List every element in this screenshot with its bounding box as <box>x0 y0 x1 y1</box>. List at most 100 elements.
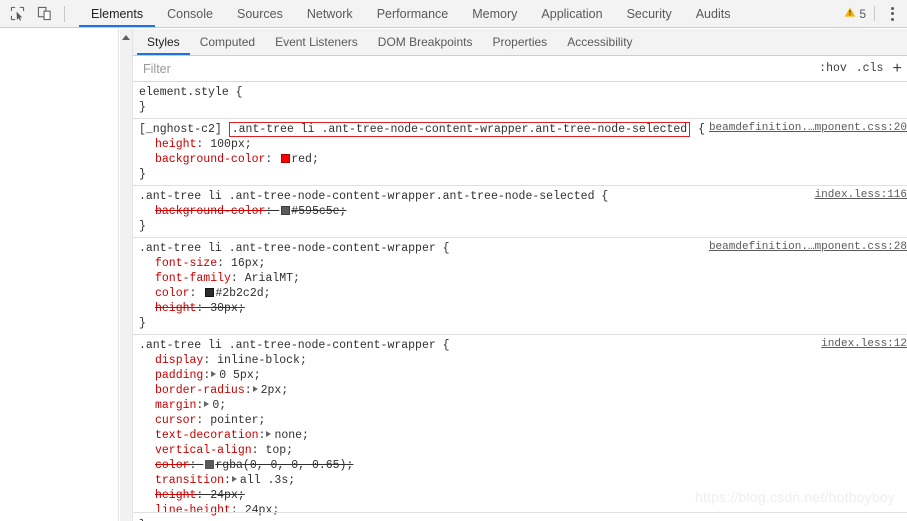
declaration-row[interactable]: font-size: 16px; <box>133 256 907 271</box>
style-rule-wrapper-component[interactable]: beamdefinition.…mponent.css:28 .ant-tree… <box>133 238 907 335</box>
declaration-property[interactable]: text-decoration <box>155 429 259 442</box>
declaration-row[interactable]: line-height: 24px; <box>133 503 907 518</box>
declaration-row-overridden[interactable]: height: 30px; <box>133 301 907 316</box>
style-rule-ant-tree-selected[interactable]: index.less:116 .ant-tree li .ant-tree-no… <box>133 186 907 238</box>
styles-pane-scrollbar[interactable] <box>120 29 133 521</box>
declaration-property[interactable]: height <box>155 138 196 151</box>
declaration-value[interactable]: 16px <box>231 257 259 270</box>
declaration-row[interactable]: border-radius: 2px; <box>133 383 907 398</box>
declaration-value[interactable]: 0 5px <box>219 369 254 382</box>
declaration-value[interactable]: top <box>265 444 286 457</box>
color-swatch[interactable] <box>205 460 215 469</box>
declaration-row[interactable]: cursor: pointer; <box>133 413 907 428</box>
cls-toggle-button[interactable]: .cls <box>856 62 884 75</box>
declaration-property[interactable]: border-radius <box>155 384 245 397</box>
chevron-up-icon[interactable] <box>122 35 130 40</box>
declaration-value[interactable]: none <box>274 429 302 442</box>
rule-selector-highlighted[interactable]: .ant-tree li .ant-tree-node-content-wrap… <box>228 122 691 137</box>
tab-event-listeners[interactable]: Event Listeners <box>265 29 368 55</box>
inspect-element-icon[interactable] <box>8 5 26 23</box>
expand-shorthand-icon[interactable] <box>266 431 272 437</box>
expand-shorthand-icon[interactable] <box>211 371 217 377</box>
declaration-row[interactable]: font-family: ArialMT; <box>133 271 907 286</box>
declaration-value[interactable]: all .3s <box>240 474 288 487</box>
rule-selector-line[interactable]: .ant-tree li .ant-tree-node-content-wrap… <box>133 338 907 353</box>
tab-sources[interactable]: Sources <box>225 0 295 27</box>
declaration-value[interactable]: 100px <box>210 138 245 151</box>
rule-selector[interactable]: .ant-tree li .ant-tree-node-content-wrap… <box>139 339 450 352</box>
tab-memory[interactable]: Memory <box>460 0 529 27</box>
declaration-value[interactable]: ArialMT <box>245 272 293 285</box>
declaration-property[interactable]: transition <box>155 474 224 487</box>
rule-selector[interactable]: .ant-tree li .ant-tree-node-content-wrap… <box>139 190 608 203</box>
tab-audits[interactable]: Audits <box>684 0 743 27</box>
declaration-property[interactable]: height <box>155 489 196 502</box>
declaration-row[interactable]: margin: 0; <box>133 398 907 413</box>
elements-tree-panel[interactable] <box>0 29 119 521</box>
tab-dom-breakpoints[interactable]: DOM Breakpoints <box>368 29 483 55</box>
tab-performance[interactable]: Performance <box>365 0 461 27</box>
declaration-row[interactable]: padding: 0 5px; <box>133 368 907 383</box>
rule-selector-line[interactable]: [_nghost-c2] .ant-tree li .ant-tree-node… <box>133 122 907 137</box>
declaration-row[interactable]: text-decoration: none; <box>133 428 907 443</box>
declaration-property[interactable]: display <box>155 354 203 367</box>
declaration-property[interactable]: font-size <box>155 257 217 270</box>
hov-toggle-button[interactable]: :hov <box>819 62 847 75</box>
declaration-value[interactable]: #595c5e <box>291 205 339 218</box>
declaration-property[interactable]: margin <box>155 399 196 412</box>
style-rule-nghost-inline[interactable]: beamdefinition.…mponent.css:20 [_nghost-… <box>133 119 907 186</box>
tab-network[interactable]: Network <box>295 0 365 27</box>
tab-application[interactable]: Application <box>529 0 614 27</box>
declaration-value[interactable]: red <box>291 153 312 166</box>
declaration-row-overridden[interactable]: height: 24px; <box>133 488 907 503</box>
tab-computed[interactable]: Computed <box>190 29 265 55</box>
declaration-property[interactable]: background-color <box>155 153 265 166</box>
tab-elements[interactable]: Elements <box>79 0 156 27</box>
rule-selector-line[interactable]: .ant-tree li .ant-tree-node-content-wrap… <box>133 189 907 204</box>
declaration-property[interactable]: line-height <box>155 504 231 517</box>
declaration-value[interactable]: pointer <box>210 414 258 427</box>
declaration-row[interactable]: height: 100px; <box>133 137 907 152</box>
filter-input[interactable] <box>133 56 820 81</box>
style-rule-element-style[interactable]: element.style { } <box>133 82 907 119</box>
style-rule-wrapper-less[interactable]: index.less:12 .ant-tree li .ant-tree-nod… <box>133 335 907 521</box>
rule-selector[interactable]: element.style { <box>139 86 243 99</box>
tab-accessibility[interactable]: Accessibility <box>557 29 642 55</box>
declaration-value[interactable]: 24px <box>210 489 238 502</box>
declaration-value[interactable]: 30px <box>210 302 238 315</box>
rule-selector[interactable]: .ant-tree li .ant-tree-node-content-wrap… <box>139 242 450 255</box>
tab-console[interactable]: Console <box>155 0 225 27</box>
warning-counter[interactable]: 5 <box>844 6 866 21</box>
expand-shorthand-icon[interactable] <box>204 401 210 407</box>
declaration-property[interactable]: font-family <box>155 272 231 285</box>
declaration-row[interactable]: vertical-align: top; <box>133 443 907 458</box>
declaration-value[interactable]: 24px <box>245 504 273 517</box>
declaration-property[interactable]: vertical-align <box>155 444 252 457</box>
color-swatch[interactable] <box>281 206 291 215</box>
declaration-property[interactable]: cursor <box>155 414 196 427</box>
new-style-rule-button[interactable]: + <box>892 61 903 77</box>
declaration-row[interactable]: transition: all .3s; <box>133 473 907 488</box>
declaration-row[interactable]: display: inline-block; <box>133 353 907 368</box>
expand-shorthand-icon[interactable] <box>252 386 258 392</box>
declaration-property[interactable]: background-color <box>155 205 265 218</box>
declaration-property[interactable]: height <box>155 302 196 315</box>
tab-properties[interactable]: Properties <box>482 29 557 55</box>
declaration-row-overridden[interactable]: color: rgba(0, 0, 0, 0.65); <box>133 458 907 473</box>
tab-styles[interactable]: Styles <box>137 29 190 55</box>
color-swatch[interactable] <box>281 154 291 163</box>
declaration-property[interactable]: padding <box>155 369 203 382</box>
device-toolbar-icon[interactable] <box>35 5 53 23</box>
declaration-property[interactable]: color <box>155 287 190 300</box>
expand-shorthand-icon[interactable] <box>231 476 237 482</box>
declaration-row[interactable]: background-color: red; <box>133 152 907 167</box>
kebab-menu-icon[interactable] <box>883 4 901 24</box>
rule-selector-line[interactable]: .ant-tree li .ant-tree-node-content-wrap… <box>133 241 907 256</box>
rule-selector-line[interactable]: element.style { <box>133 85 907 100</box>
declaration-property[interactable]: color <box>155 459 190 472</box>
declaration-value[interactable]: 2px <box>261 384 282 397</box>
declaration-value[interactable]: #2b2c2d <box>215 287 263 300</box>
tab-security[interactable]: Security <box>615 0 684 27</box>
declaration-row-overridden[interactable]: background-color: #595c5e; <box>133 204 907 219</box>
declaration-value[interactable]: rgba(0, 0, 0, 0.65) <box>215 459 346 472</box>
